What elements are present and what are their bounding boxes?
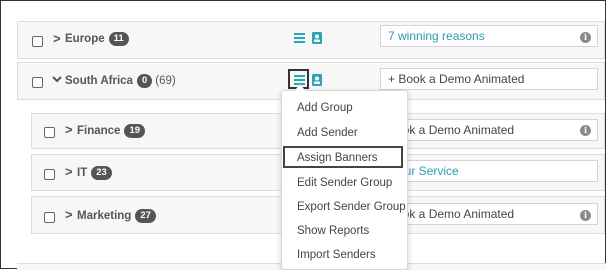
chevron-right-icon[interactable]: > bbox=[65, 208, 73, 222]
user-card-icon[interactable] bbox=[312, 32, 322, 44]
assign-banners-highlight bbox=[283, 146, 403, 168]
menu-item-import-senders[interactable]: Import Senders bbox=[297, 249, 376, 261]
group-row-europe: > Europe 11 7 winning reasons i bbox=[17, 21, 605, 59]
row-checkbox[interactable] bbox=[44, 212, 55, 223]
count-badge: 11 bbox=[108, 32, 129, 46]
group-name[interactable]: Europe 11 bbox=[65, 32, 129, 46]
menu-item-add-group[interactable]: Add Group bbox=[297, 102, 353, 114]
banner-field[interactable]: 7 winning reasons bbox=[380, 25, 598, 47]
info-icon[interactable]: i bbox=[580, 125, 591, 136]
count-badge: 0 bbox=[136, 74, 153, 88]
menu-caret bbox=[294, 84, 306, 91]
count-badge: 23 bbox=[91, 166, 112, 180]
row-checkbox[interactable] bbox=[44, 169, 55, 180]
count-badge: 19 bbox=[124, 124, 146, 138]
banner-field[interactable]: e our Service bbox=[380, 160, 598, 182]
total-count: (69) bbox=[155, 75, 176, 87]
group-name[interactable]: Finance 19 bbox=[77, 124, 146, 138]
menu-item-export-sender-group[interactable]: Export Sender Group bbox=[297, 201, 406, 213]
banner-field[interactable]: + Book a Demo Animated bbox=[380, 68, 598, 90]
user-card-icon[interactable] bbox=[312, 74, 322, 86]
row-checkbox[interactable] bbox=[44, 127, 55, 138]
group-actions-menu: Add Group Add Sender Assign Banners Edit… bbox=[281, 84, 408, 270]
menu-item-edit-sender-group[interactable]: Edit Sender Group bbox=[297, 177, 392, 189]
count-badge: 27 bbox=[135, 209, 156, 223]
chevron-down-icon[interactable] bbox=[52, 76, 62, 83]
group-name[interactable]: Marketing 27 bbox=[77, 209, 156, 223]
row-checkbox[interactable] bbox=[32, 77, 43, 88]
group-name[interactable]: South Africa 0 (69) bbox=[65, 74, 176, 88]
banner-field[interactable]: Book a Demo Animated bbox=[380, 119, 598, 141]
chevron-right-icon[interactable]: > bbox=[65, 123, 73, 137]
info-icon[interactable]: i bbox=[580, 210, 591, 221]
sender-groups-panel: > Europe 11 7 winning reasons i South Afr… bbox=[0, 0, 606, 270]
chevron-right-icon[interactable]: > bbox=[53, 32, 61, 46]
hamburger-menu-icon[interactable] bbox=[294, 33, 305, 43]
info-icon[interactable]: i bbox=[580, 32, 591, 43]
row-checkbox[interactable] bbox=[32, 36, 43, 47]
menu-item-add-sender[interactable]: Add Sender bbox=[297, 127, 358, 139]
chevron-right-icon[interactable]: > bbox=[65, 165, 73, 179]
group-name[interactable]: IT 23 bbox=[77, 166, 112, 180]
banner-field[interactable]: Book a Demo Animated bbox=[380, 203, 598, 225]
menu-item-show-reports[interactable]: Show Reports bbox=[297, 225, 369, 237]
